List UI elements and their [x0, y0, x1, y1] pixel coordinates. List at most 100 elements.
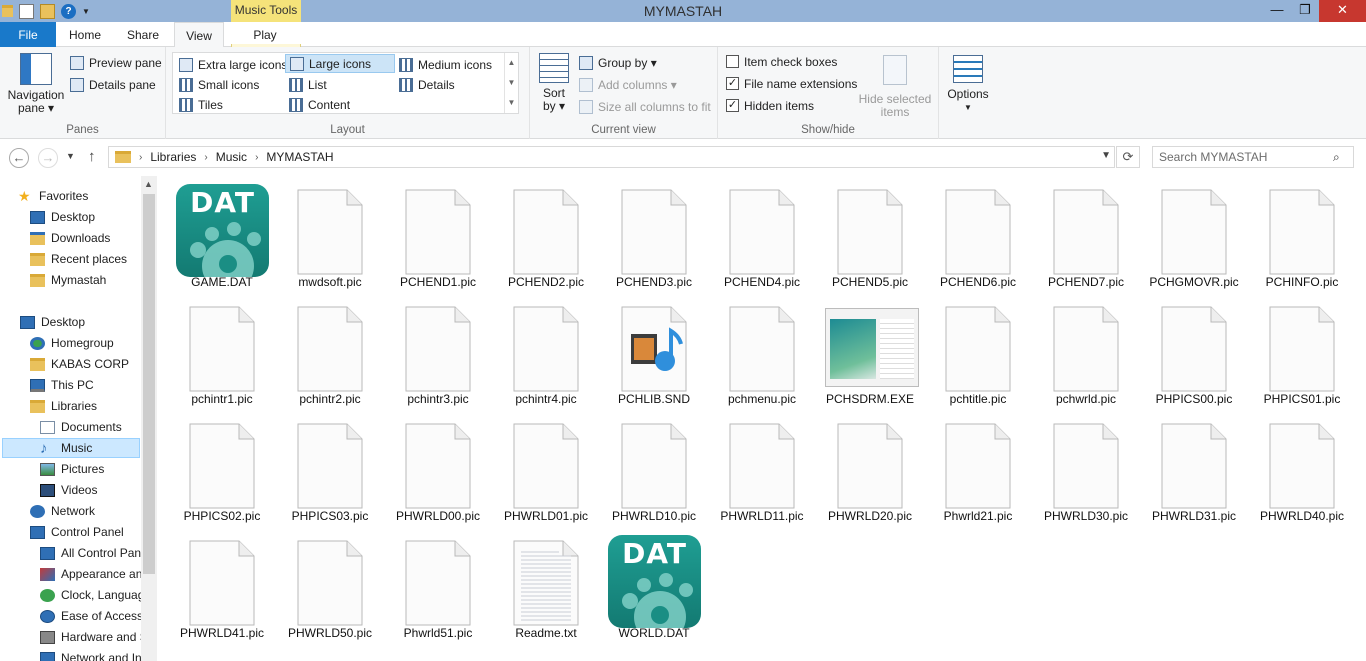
layout-medium-icons[interactable]: Medium icons: [395, 55, 492, 74]
file-item[interactable]: DAT GAME.DAT: [170, 176, 274, 291]
scroll-up-arrow[interactable]: ▲: [144, 179, 153, 189]
item-check-boxes-toggle[interactable]: Item check boxes: [726, 52, 837, 71]
size-columns-button[interactable]: Size all columns to fit: [579, 97, 711, 116]
file-item[interactable]: PCHSDRM.EXE: [818, 293, 922, 408]
file-item[interactable]: PCHEND3.pic: [602, 176, 706, 291]
tab-view[interactable]: View: [174, 22, 224, 48]
back-button[interactable]: ←: [9, 148, 29, 168]
search-icon[interactable]: ⌕: [1333, 150, 1340, 165]
file-item[interactable]: PCHEND2.pic: [494, 176, 598, 291]
layout-tiles[interactable]: Tiles: [175, 95, 223, 114]
file-item[interactable]: PCHEND4.pic: [710, 176, 814, 291]
chevron-right-icon[interactable]: ›: [139, 152, 142, 163]
up-button[interactable]: ↑: [88, 148, 96, 165]
nav-documents[interactable]: Documents: [40, 417, 180, 437]
file-name-extensions-checkbox[interactable]: ✓: [726, 77, 739, 90]
file-item[interactable]: pchintr4.pic: [494, 293, 598, 408]
sort-by-button[interactable]: Sort by ▾: [536, 53, 572, 113]
file-item[interactable]: Phwrld51.pic: [386, 527, 490, 642]
file-item[interactable]: mwdsoft.pic: [278, 176, 382, 291]
recent-locations-dropdown[interactable]: ▼: [66, 151, 75, 161]
details-pane-button[interactable]: Details pane: [70, 75, 156, 94]
breadcrumb-mymastah[interactable]: MYMASTAH: [266, 150, 333, 164]
nav-ease-of-access[interactable]: Ease of Access: [40, 606, 141, 626]
file-item[interactable]: PHWRLD31.pic: [1142, 410, 1246, 525]
nav-videos[interactable]: Videos: [40, 480, 180, 500]
file-item[interactable]: pchintr2.pic: [278, 293, 382, 408]
maximize-button[interactable]: ❐: [1291, 0, 1319, 22]
file-item[interactable]: PHWRLD50.pic: [278, 527, 382, 642]
file-item[interactable]: pchintr3.pic: [386, 293, 490, 408]
layout-small-icons[interactable]: Small icons: [175, 75, 259, 94]
file-item[interactable]: PCHEND1.pic: [386, 176, 490, 291]
file-item[interactable]: PHPICS02.pic: [170, 410, 274, 525]
layout-content[interactable]: Content: [285, 95, 350, 114]
nav-pictures[interactable]: Pictures: [40, 459, 180, 479]
nav-all-control-panel[interactable]: All Control Pan: [40, 543, 141, 563]
nav-hardware[interactable]: Hardware and S: [40, 627, 141, 647]
document-icon: [1161, 306, 1227, 392]
nav-clock-language[interactable]: Clock, Languag: [40, 585, 141, 605]
file-item[interactable]: PHPICS00.pic: [1142, 293, 1246, 408]
file-item[interactable]: PHPICS01.pic: [1250, 293, 1354, 408]
layout-list[interactable]: List: [285, 75, 327, 94]
nav-network-internet[interactable]: Network and In: [40, 648, 141, 661]
options-button[interactable]: Options ▼: [943, 55, 993, 114]
file-item[interactable]: PCHGMOVR.pic: [1142, 176, 1246, 291]
nav-scrollbar-thumb[interactable]: [143, 194, 155, 574]
add-columns-button[interactable]: Add columns ▾: [579, 75, 677, 94]
file-item[interactable]: PCHEND6.pic: [926, 176, 1030, 291]
chevron-right-icon[interactable]: ›: [255, 152, 258, 163]
chevron-right-icon[interactable]: ›: [204, 152, 207, 163]
group-by-button[interactable]: Group by ▾: [579, 53, 657, 72]
preview-pane-button[interactable]: Preview pane: [70, 53, 162, 72]
file-item[interactable]: PHWRLD20.pic: [818, 410, 922, 525]
forward-button[interactable]: →: [38, 148, 58, 168]
breadcrumb-libraries[interactable]: Libraries: [150, 150, 196, 164]
tab-file[interactable]: File: [0, 22, 56, 47]
file-item[interactable]: PHWRLD41.pic: [170, 527, 274, 642]
hide-selected-items-button[interactable]: Hide selected items: [858, 55, 932, 119]
file-item[interactable]: PCHLIB.SND: [602, 293, 706, 408]
file-item[interactable]: PHWRLD01.pic: [494, 410, 598, 525]
item-check-boxes-checkbox[interactable]: [726, 55, 739, 68]
tab-play[interactable]: Play: [232, 22, 298, 47]
layout-gallery-scroll[interactable]: ▲ ▼ ▼: [504, 53, 518, 113]
layout-large-icons[interactable]: Large icons: [285, 54, 395, 73]
nav-appearance[interactable]: Appearance an: [40, 564, 141, 584]
file-item[interactable]: pchtitle.pic: [926, 293, 1030, 408]
tab-home[interactable]: Home: [58, 22, 112, 47]
address-history-dropdown[interactable]: ▼: [1101, 150, 1111, 161]
file-item[interactable]: Phwrld21.pic: [926, 410, 1030, 525]
close-button[interactable]: ✕: [1319, 0, 1366, 22]
tab-share[interactable]: Share: [114, 22, 172, 47]
minimize-button[interactable]: —: [1263, 0, 1291, 22]
hidden-items-toggle[interactable]: ✓ Hidden items: [726, 96, 814, 115]
refresh-button[interactable]: ⟳: [1116, 146, 1140, 168]
nav-music[interactable]: ♪ Music: [2, 438, 140, 458]
file-item[interactable]: PHWRLD11.pic: [710, 410, 814, 525]
layout-details[interactable]: Details: [395, 75, 455, 94]
file-item[interactable]: PCHEND5.pic: [818, 176, 922, 291]
layout-extra-large-icons[interactable]: Extra large icons: [175, 55, 287, 74]
file-item[interactable]: PHWRLD10.pic: [602, 410, 706, 525]
hidden-items-checkbox[interactable]: ✓: [726, 99, 739, 112]
breadcrumb-music[interactable]: Music: [216, 150, 247, 164]
file-item[interactable]: PHWRLD40.pic: [1250, 410, 1354, 525]
file-item[interactable]: pchintr1.pic: [170, 293, 274, 408]
file-item[interactable]: PHPICS03.pic: [278, 410, 382, 525]
nav-favorites[interactable]: ★ Favorites: [18, 186, 158, 206]
navigation-pane-button[interactable]: Navigation pane ▾: [6, 53, 66, 115]
file-item[interactable]: DAT WORLD.DAT: [602, 527, 706, 642]
nav-desktop[interactable]: Desktop: [20, 312, 160, 332]
file-item[interactable]: PHWRLD00.pic: [386, 410, 490, 525]
file-item[interactable]: PHWRLD30.pic: [1034, 410, 1138, 525]
file-item[interactable]: pchmenu.pic: [710, 293, 814, 408]
file-item[interactable]: PCHEND7.pic: [1034, 176, 1138, 291]
search-input[interactable]: Search MYMASTAH: [1152, 146, 1354, 168]
file-item[interactable]: pchwrld.pic: [1034, 293, 1138, 408]
address-field[interactable]: › Libraries › Music › MYMASTAH ▼: [108, 146, 1115, 168]
file-item[interactable]: Readme.txt: [494, 527, 598, 642]
file-name-extensions-toggle[interactable]: ✓ File name extensions: [726, 74, 857, 93]
file-item[interactable]: PCHINFO.pic: [1250, 176, 1354, 291]
